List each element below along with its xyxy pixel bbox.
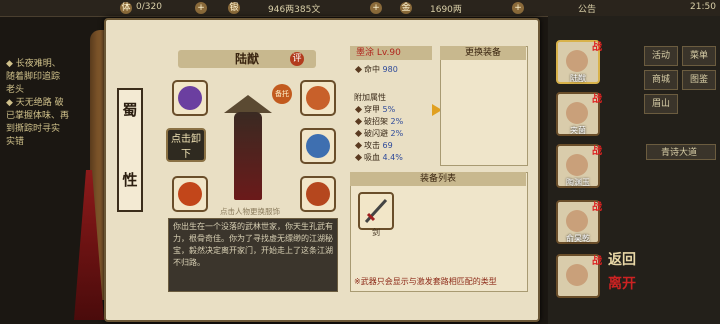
notice-link[interactable]: 公告 (578, 2, 596, 15)
stat-value: 2% (390, 129, 404, 138)
equip-slot-weapon[interactable] (172, 80, 208, 116)
portrait-icon (566, 102, 588, 124)
stat-value: 5% (382, 105, 396, 114)
stat-label: 破闪避 (364, 129, 388, 138)
armor-icon (306, 134, 330, 158)
change-outfit-hint: 点击人物更换服饰 (220, 207, 280, 216)
portrait-icon (566, 50, 588, 72)
equip-slot-accessory[interactable] (300, 176, 336, 212)
weapon-icon (178, 86, 202, 110)
add-silver-icon[interactable]: + (370, 2, 382, 14)
class-badge: 战 (592, 256, 602, 267)
equip-slot-armor[interactable] (300, 128, 336, 164)
roster-member[interactable]: 俞昊乾 战 (556, 200, 602, 244)
extra-stats-heading: 附加属性 (354, 93, 386, 102)
bullet-icon (354, 129, 363, 138)
replace-equipment-title: 更换装备 (440, 46, 526, 60)
back-button[interactable]: 返回 离开 (604, 248, 640, 300)
roster-name: 夹菌 (570, 126, 586, 135)
back-char: 返 (608, 252, 622, 268)
location-label: 眉山 (644, 94, 678, 114)
portrait-icon (566, 154, 588, 176)
stat-row: 穿甲 5% (354, 104, 396, 115)
activity-button[interactable]: 活动 (644, 46, 678, 66)
equipment-level-tab[interactable]: 墨涂 Lv.90 (350, 46, 432, 60)
bullet-icon (354, 65, 363, 74)
roster-member[interactable]: 战 (556, 254, 602, 298)
unequip-button[interactable]: 点击卸下 (166, 128, 206, 162)
stat-value: 2% (390, 117, 404, 126)
faction-badge: 蜀 性 (117, 88, 143, 212)
faction-spacer (119, 130, 141, 160)
roster-member[interactable]: 陶渊玉 战 (556, 144, 602, 188)
stat-row: 破闪避 2% (354, 128, 404, 139)
quest-tracker[interactable]: 青诗大道 (646, 144, 716, 160)
stat-row: 命中 980 (354, 64, 398, 75)
codex-button[interactable]: 图鉴 (682, 70, 716, 90)
class-badge: 战 (592, 202, 602, 213)
roster-name: 陆猷 (570, 74, 586, 83)
helmet-icon (306, 86, 330, 110)
evaluate-button[interactable]: 评 (290, 52, 304, 66)
bullet-icon (354, 105, 363, 114)
weapon-filter-note: ※武器只会显示与激发套路相匹配的类型 (354, 277, 497, 286)
bullet-icon (354, 117, 363, 126)
equipment-list-title: 装备列表 (350, 172, 526, 186)
sword-icon (364, 198, 388, 224)
add-stamina-icon[interactable]: + (195, 2, 207, 14)
spare-outfit-icon[interactable]: 备托 (272, 84, 292, 104)
top-status-bar: 体 0/320 + 银 946两385文 + 金 1690两 + 公告 21:5… (0, 0, 720, 17)
shop-button[interactable]: 商城 (644, 70, 678, 90)
bullet-icon (354, 141, 363, 150)
stat-label: 穿甲 (364, 105, 380, 114)
stat-label: 攻击 (364, 141, 380, 150)
clock: 21:50 (690, 2, 716, 12)
roster-name: 俞昊乾 (566, 234, 590, 243)
class-badge: 战 (592, 94, 602, 105)
silver-value: 946两385文 (268, 5, 321, 15)
roster-name: 陶渊玉 (566, 178, 590, 187)
stamina-value: 0/320 (136, 2, 162, 12)
ring-icon (178, 182, 202, 206)
stat-row: 吸血 4.4% (354, 152, 403, 163)
equip-slot-head[interactable] (300, 80, 336, 116)
stat-row: 破招架 2% (354, 116, 404, 127)
amulet-icon (306, 182, 330, 206)
faction-char: 蜀 (122, 101, 138, 119)
stat-row: 攻击 69 (354, 140, 393, 151)
stat-label: 命中 (364, 65, 380, 74)
menu-button[interactable]: 菜单 (682, 46, 716, 66)
leave-char: 离 (608, 276, 622, 292)
stamina-icon: 体 (120, 2, 132, 14)
replace-equipment-panel (440, 46, 528, 166)
stat-value: 4.4% (382, 153, 403, 162)
bullet-icon (354, 153, 363, 162)
portrait-icon (566, 264, 588, 286)
sword-item[interactable] (358, 192, 394, 230)
class-badge: 战 (592, 42, 602, 53)
back-char: 回 (622, 252, 636, 268)
gold-icon: 金 (400, 2, 412, 14)
character-figure[interactable] (234, 112, 262, 200)
sword-item-label: 剑 (372, 228, 380, 237)
stat-value: 69 (382, 141, 393, 150)
class-badge: 战 (592, 146, 602, 157)
portrait-icon (566, 210, 588, 232)
stat-label: 吸血 (364, 153, 380, 162)
leave-char: 开 (622, 276, 636, 292)
faction-char: 性 (122, 171, 138, 189)
add-gold-icon[interactable]: + (512, 2, 524, 14)
stat-label: 破招架 (364, 117, 388, 126)
silver-icon: 银 (228, 2, 240, 14)
stat-value: 980 (382, 65, 398, 74)
character-description: 你出生在一个没落的武林世家，你天生孔武有力，根骨奇佳。你为了寻找虚无缥缈的江湖秘… (168, 218, 338, 292)
roster-member[interactable]: 陆猷 战 (556, 40, 602, 84)
roster-member[interactable]: 夹菌 战 (556, 92, 602, 136)
gold-value: 1690两 (430, 5, 462, 15)
